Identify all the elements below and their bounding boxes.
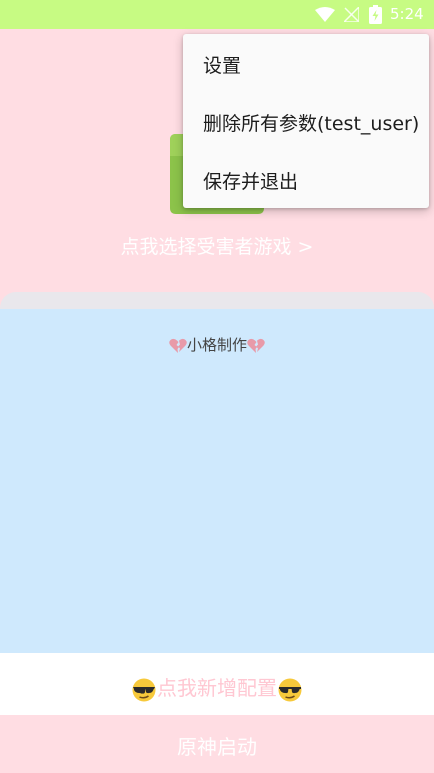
sunglasses-emoji-icon bbox=[132, 678, 156, 701]
status-bar: 5:24 bbox=[0, 0, 434, 29]
add-config-content: 点我新增配置 bbox=[0, 672, 434, 702]
wifi-icon bbox=[315, 7, 335, 22]
overflow-menu: 设置 删除所有参数(test_user) 保存并退出 bbox=[183, 34, 429, 208]
app-screen: 5:24 小 点我选择受害者游戏 > 小格制作 点我新增配 bbox=[0, 0, 434, 773]
menu-item-save-exit[interactable]: 保存并退出 bbox=[183, 150, 429, 208]
battery-charging-icon bbox=[369, 5, 382, 24]
menu-item-label: 保存并退出 bbox=[203, 171, 299, 193]
status-time: 5:24 bbox=[390, 5, 424, 23]
credit-text: 小格制作 bbox=[186, 336, 247, 354]
launch-button[interactable]: 原神启动 bbox=[0, 715, 434, 773]
choose-game-link[interactable]: 点我选择受害者游戏 > bbox=[0, 232, 434, 259]
launch-label: 原神启动 bbox=[177, 735, 257, 759]
menu-item-label: 删除所有参数(test_user) bbox=[203, 113, 420, 135]
menu-item-label: 设置 bbox=[203, 55, 242, 77]
no-signal-icon bbox=[344, 7, 359, 22]
config-list-card bbox=[0, 309, 434, 653]
sunglasses-emoji-icon bbox=[278, 678, 302, 701]
menu-item-settings[interactable]: 设置 bbox=[183, 34, 429, 92]
broken-heart-icon bbox=[247, 338, 265, 353]
add-config-label: 点我新增配置 bbox=[157, 676, 277, 700]
menu-item-delete-params[interactable]: 删除所有参数(test_user) bbox=[183, 92, 429, 150]
broken-heart-icon bbox=[169, 338, 187, 353]
add-config-button[interactable]: 点我新增配置 bbox=[0, 653, 434, 715]
credit-line: 小格制作 bbox=[0, 334, 434, 355]
